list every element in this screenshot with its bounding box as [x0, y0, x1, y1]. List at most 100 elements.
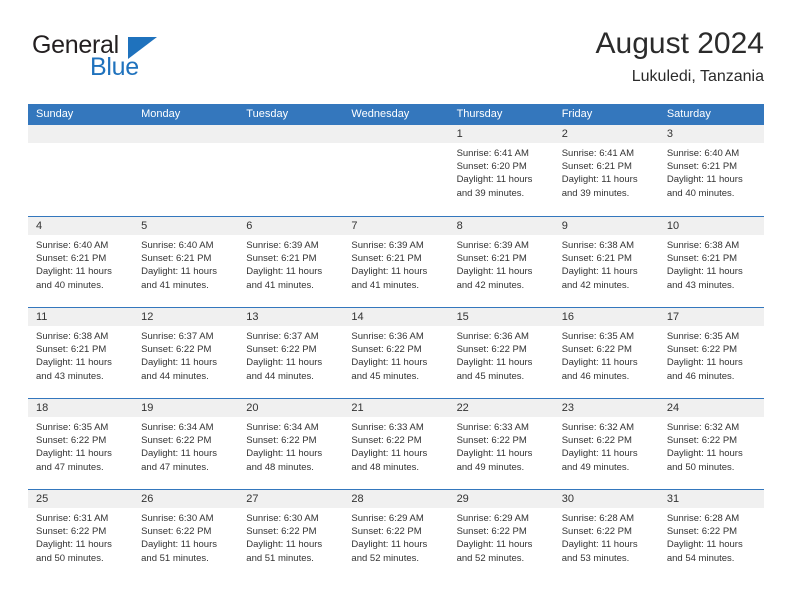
daylight-text-line1: Daylight: 11 hours [456, 448, 533, 460]
daylight-text-line1: Daylight: 11 hours [561, 539, 638, 551]
general-blue-logo[interactable]: General Blue [32, 32, 212, 90]
day-number: 28 [343, 490, 449, 508]
daylight-text-line2: and 48 minutes. [351, 461, 420, 473]
day-number: 30 [553, 490, 659, 508]
daylight-text-line2: and 53 minutes. [561, 552, 630, 564]
day-number: 19 [133, 399, 239, 417]
day-cell[interactable]: 9 Sunrise: 6:38 AM Sunset: 6:21 PM Dayli… [553, 217, 659, 307]
day-number: 7 [343, 217, 449, 235]
day-number: 4 [28, 217, 134, 235]
day-details: Sunrise: 6:36 AM Sunset: 6:22 PM Dayligh… [449, 326, 554, 383]
day-details: Sunrise: 6:37 AM Sunset: 6:22 PM Dayligh… [133, 326, 238, 383]
daylight-text-line1: Daylight: 11 hours [561, 266, 638, 278]
sunrise-text: Sunrise: 6:28 AM [666, 513, 740, 524]
sunrise-text: Sunrise: 6:32 AM [561, 422, 635, 433]
sunrise-text: Sunrise: 6:38 AM [666, 240, 740, 251]
day-cell[interactable]: 2 Sunrise: 6:41 AM Sunset: 6:21 PM Dayli… [553, 125, 659, 216]
day-cell[interactable]: 16 Sunrise: 6:35 AM Sunset: 6:22 PM Dayl… [553, 308, 659, 398]
day-cell[interactable]: 7 Sunrise: 6:39 AM Sunset: 6:21 PM Dayli… [343, 217, 449, 307]
day-cell[interactable]: 17 Sunrise: 6:35 AM Sunset: 6:22 PM Dayl… [658, 308, 764, 398]
day-cell[interactable] [28, 125, 134, 216]
day-cell[interactable]: 6 Sunrise: 6:39 AM Sunset: 6:21 PM Dayli… [238, 217, 344, 307]
sunset-text: Sunset: 6:22 PM [456, 344, 527, 356]
daylight-text-line1: Daylight: 11 hours [141, 266, 218, 278]
sunset-text: Sunset: 6:22 PM [141, 526, 212, 538]
day-details: Sunrise: 6:34 AM Sunset: 6:22 PM Dayligh… [238, 417, 343, 474]
day-cell[interactable]: 29 Sunrise: 6:29 AM Sunset: 6:22 PM Dayl… [448, 490, 554, 580]
daylight-text-line1: Daylight: 11 hours [561, 174, 638, 186]
sunrise-text: Sunrise: 6:35 AM [561, 331, 635, 342]
daylight-text-line1: Daylight: 11 hours [666, 174, 743, 186]
day-details: Sunrise: 6:40 AM Sunset: 6:21 PM Dayligh… [28, 235, 133, 292]
day-cell[interactable]: 3 Sunrise: 6:40 AM Sunset: 6:21 PM Dayli… [658, 125, 764, 216]
day-number [133, 125, 239, 143]
day-cell[interactable] [238, 125, 344, 216]
day-details: Sunrise: 6:32 AM Sunset: 6:22 PM Dayligh… [554, 417, 659, 474]
day-cell[interactable]: 13 Sunrise: 6:37 AM Sunset: 6:22 PM Dayl… [238, 308, 344, 398]
day-details: Sunrise: 6:38 AM Sunset: 6:21 PM Dayligh… [554, 235, 659, 292]
day-number: 24 [658, 399, 764, 417]
day-cell[interactable]: 8 Sunrise: 6:39 AM Sunset: 6:21 PM Dayli… [448, 217, 554, 307]
day-cell[interactable]: 26 Sunrise: 6:30 AM Sunset: 6:22 PM Dayl… [133, 490, 239, 580]
day-cell[interactable]: 1 Sunrise: 6:41 AM Sunset: 6:20 PM Dayli… [448, 125, 554, 216]
day-cell[interactable]: 12 Sunrise: 6:37 AM Sunset: 6:22 PM Dayl… [133, 308, 239, 398]
day-number: 16 [553, 308, 659, 326]
day-cell[interactable]: 21 Sunrise: 6:33 AM Sunset: 6:22 PM Dayl… [343, 399, 449, 489]
day-details: Sunrise: 6:39 AM Sunset: 6:21 PM Dayligh… [238, 235, 343, 292]
daylight-text-line2: and 45 minutes. [351, 370, 420, 382]
sunrise-text: Sunrise: 6:37 AM [141, 331, 214, 342]
day-cell[interactable]: 30 Sunrise: 6:28 AM Sunset: 6:22 PM Dayl… [553, 490, 659, 580]
sunrise-text: Sunrise: 6:33 AM [351, 422, 424, 433]
day-cell[interactable]: 20 Sunrise: 6:34 AM Sunset: 6:22 PM Dayl… [238, 399, 344, 489]
day-details: Sunrise: 6:37 AM Sunset: 6:22 PM Dayligh… [238, 326, 343, 383]
sunset-text: Sunset: 6:21 PM [666, 253, 738, 265]
sunset-text: Sunset: 6:22 PM [351, 526, 422, 538]
day-cell[interactable] [343, 125, 449, 216]
day-cell[interactable]: 24 Sunrise: 6:32 AM Sunset: 6:22 PM Dayl… [658, 399, 764, 489]
day-cell[interactable]: 11 Sunrise: 6:38 AM Sunset: 6:21 PM Dayl… [28, 308, 134, 398]
daylight-text-line2: and 47 minutes. [141, 461, 209, 473]
day-cell[interactable]: 14 Sunrise: 6:36 AM Sunset: 6:22 PM Dayl… [343, 308, 449, 398]
sunset-text: Sunset: 6:22 PM [36, 435, 107, 447]
day-details: Sunrise: 6:35 AM Sunset: 6:22 PM Dayligh… [554, 326, 659, 383]
daylight-text-line1: Daylight: 11 hours [666, 266, 743, 278]
daylight-text-line2: and 43 minutes. [36, 370, 104, 382]
daylight-text-line1: Daylight: 11 hours [561, 448, 638, 460]
day-cell[interactable]: 19 Sunrise: 6:34 AM Sunset: 6:22 PM Dayl… [133, 399, 239, 489]
day-number: 21 [343, 399, 449, 417]
day-cell[interactable]: 18 Sunrise: 6:35 AM Sunset: 6:22 PM Dayl… [28, 399, 134, 489]
sunset-text: Sunset: 6:21 PM [561, 161, 632, 173]
day-cell[interactable] [133, 125, 239, 216]
day-cell[interactable]: 10 Sunrise: 6:38 AM Sunset: 6:21 PM Dayl… [658, 217, 764, 307]
day-cell[interactable]: 22 Sunrise: 6:33 AM Sunset: 6:22 PM Dayl… [448, 399, 554, 489]
day-number: 10 [658, 217, 764, 235]
sunrise-text: Sunrise: 6:39 AM [351, 240, 424, 251]
daylight-text-line1: Daylight: 11 hours [36, 448, 112, 460]
day-cell[interactable]: 27 Sunrise: 6:30 AM Sunset: 6:22 PM Dayl… [238, 490, 344, 580]
sunset-text: Sunset: 6:21 PM [141, 253, 212, 265]
daylight-text-line2: and 51 minutes. [141, 552, 209, 564]
day-cell[interactable]: 23 Sunrise: 6:32 AM Sunset: 6:22 PM Dayl… [553, 399, 659, 489]
day-cell[interactable]: 25 Sunrise: 6:31 AM Sunset: 6:22 PM Dayl… [28, 490, 134, 580]
sunset-text: Sunset: 6:22 PM [246, 526, 317, 538]
sunrise-text: Sunrise: 6:32 AM [666, 422, 740, 433]
day-cell[interactable]: 28 Sunrise: 6:29 AM Sunset: 6:22 PM Dayl… [343, 490, 449, 580]
week-row: 25 Sunrise: 6:31 AM Sunset: 6:22 PM Dayl… [28, 489, 764, 580]
sunrise-text: Sunrise: 6:35 AM [666, 331, 740, 342]
day-cell[interactable]: 15 Sunrise: 6:36 AM Sunset: 6:22 PM Dayl… [448, 308, 554, 398]
daylight-text-line2: and 41 minutes. [246, 279, 314, 291]
day-details: Sunrise: 6:32 AM Sunset: 6:22 PM Dayligh… [659, 417, 764, 474]
day-cell[interactable]: 5 Sunrise: 6:40 AM Sunset: 6:21 PM Dayli… [133, 217, 239, 307]
sunrise-text: Sunrise: 6:34 AM [141, 422, 214, 433]
daylight-text-line2: and 52 minutes. [456, 552, 525, 564]
daylight-text-line2: and 41 minutes. [141, 279, 209, 291]
day-cell[interactable]: 31 Sunrise: 6:28 AM Sunset: 6:22 PM Dayl… [658, 490, 764, 580]
day-number: 8 [448, 217, 554, 235]
daylight-text-line2: and 54 minutes. [666, 552, 735, 564]
daylight-text-line2: and 48 minutes. [246, 461, 314, 473]
day-cell[interactable]: 4 Sunrise: 6:40 AM Sunset: 6:21 PM Dayli… [28, 217, 134, 307]
day-details: Sunrise: 6:33 AM Sunset: 6:22 PM Dayligh… [343, 417, 448, 474]
weekday-header-tuesday: Tuesday [246, 108, 289, 120]
page-subtitle: Lukuledi, Tanzania [631, 68, 764, 85]
sunset-text: Sunset: 6:22 PM [141, 435, 212, 447]
